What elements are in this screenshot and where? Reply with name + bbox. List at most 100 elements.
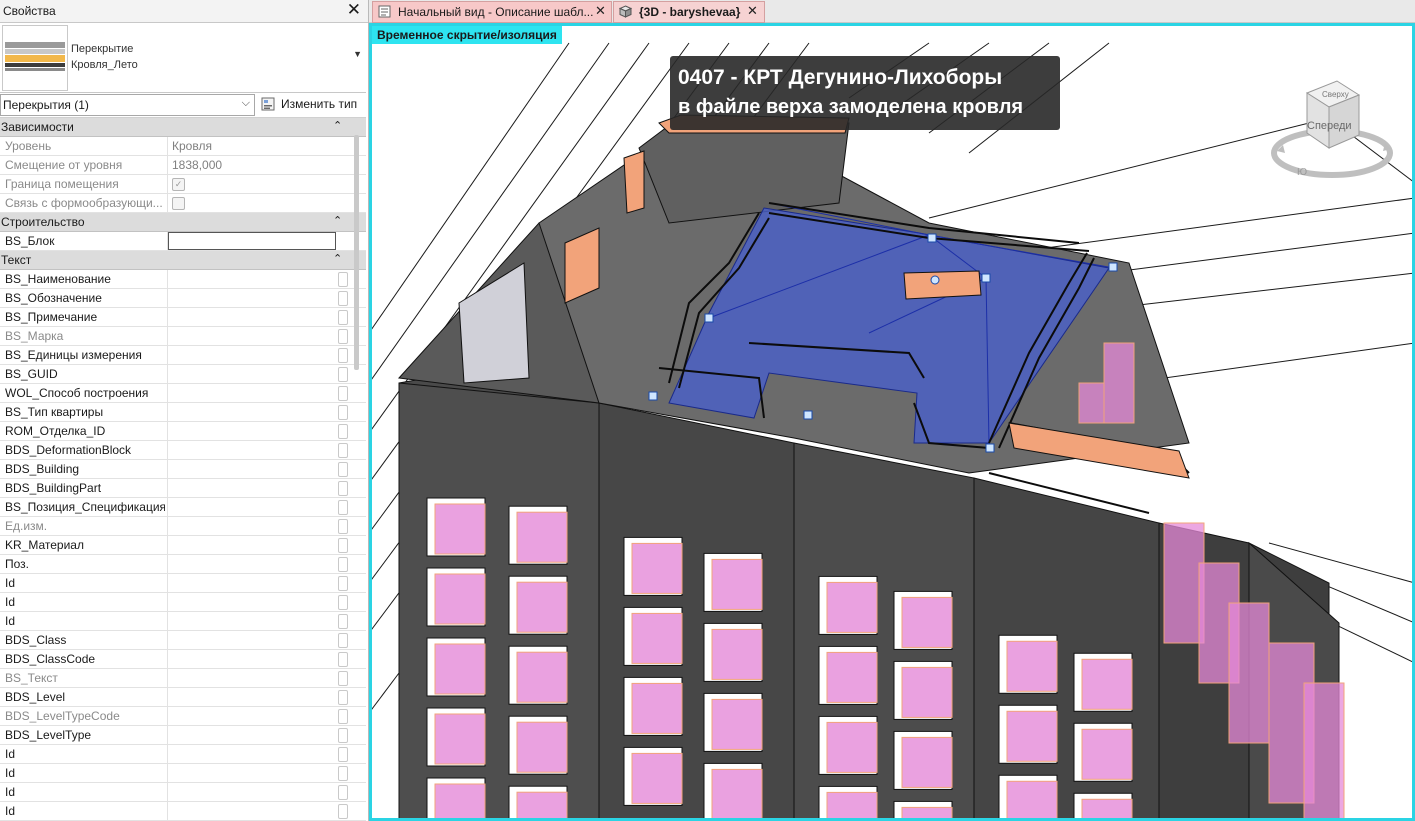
property-value-cell[interactable] <box>167 232 336 250</box>
property-value-cell[interactable] <box>167 707 336 725</box>
property-row[interactable]: BS_Наименование <box>0 270 366 289</box>
property-value-cell[interactable] <box>167 270 336 288</box>
property-value-cell[interactable] <box>167 802 336 820</box>
shared-param-box-icon <box>338 633 348 648</box>
property-value-cell[interactable]: ✓ <box>167 175 336 193</box>
property-value-cell[interactable] <box>167 688 336 706</box>
window-magenta-overlay <box>631 542 683 594</box>
3d-viewport[interactable]: Временное скрытие/изоляция 0407 - КРТ Де… <box>369 23 1415 821</box>
property-row[interactable]: BDS_DeformationBlock <box>0 441 366 460</box>
property-value-cell[interactable] <box>167 308 336 326</box>
property-row[interactable]: BDS_ClassCode <box>0 650 366 669</box>
property-row[interactable]: Ед.изм. <box>0 517 366 536</box>
property-value-cell[interactable] <box>167 726 336 744</box>
property-value-cell[interactable] <box>167 555 336 573</box>
property-value-cell[interactable] <box>167 384 336 402</box>
property-value-cell[interactable] <box>167 593 336 611</box>
property-row[interactable]: Id <box>0 745 366 764</box>
property-value-cell[interactable] <box>167 403 336 421</box>
property-row[interactable]: WOL_Способ построения <box>0 384 366 403</box>
temporary-hide-isolate-label: Временное скрытие/изоляция <box>372 26 562 44</box>
type-dropdown-icon[interactable]: ▼ <box>353 49 362 59</box>
property-value-cell[interactable] <box>167 422 336 440</box>
property-name: Id <box>5 595 16 609</box>
property-row[interactable]: BS_Текст <box>0 669 366 688</box>
property-row[interactable]: Id <box>0 802 366 821</box>
property-value-cell[interactable] <box>167 479 336 497</box>
tab-3d-view[interactable]: {3D - baryshevaa} ✕ <box>613 1 765 23</box>
property-row[interactable]: Id <box>0 612 366 631</box>
property-row[interactable]: BS_Позиция_Спецификация <box>0 498 366 517</box>
close-icon[interactable]: ✕ <box>347 1 361 19</box>
property-row[interactable]: Id <box>0 593 366 612</box>
property-value-cell[interactable] <box>167 745 336 763</box>
property-value-cell[interactable] <box>167 460 336 478</box>
property-value-cell[interactable] <box>167 194 336 212</box>
property-row[interactable]: BS_Блок <box>0 232 366 251</box>
edit-type-button[interactable]: Изменить тип <box>259 94 365 114</box>
tab-starting-view[interactable]: Начальный вид - Описание шабл... ✕ <box>372 1 612 23</box>
property-value-cell[interactable]: Кровля <box>167 137 336 155</box>
property-row[interactable]: Id <box>0 764 366 783</box>
property-value-cell[interactable]: 1838,000 <box>167 156 336 174</box>
properties-scrollbar[interactable] <box>354 135 359 370</box>
viewcube[interactable]: Сверху Спереди Ю <box>1267 73 1397 188</box>
property-row[interactable]: BDS_Level <box>0 688 366 707</box>
type-selector[interactable]: Перекрытие Кровля_Лето ▼ <box>0 23 366 93</box>
collapse-icon[interactable]: ⌃ <box>333 119 342 132</box>
collapse-icon[interactable]: ⌃ <box>333 252 342 265</box>
building-model-3d[interactable] <box>369 23 1415 821</box>
shared-param-box-icon <box>338 519 348 534</box>
property-row[interactable]: Связь с формообразующи... <box>0 194 366 213</box>
property-row[interactable]: BS_Тип квартиры <box>0 403 366 422</box>
property-group-header[interactable]: Текст ⌃ <box>0 251 366 270</box>
property-row[interactable]: Id <box>0 574 366 593</box>
property-row[interactable]: BS_Единицы измерения <box>0 346 366 365</box>
property-value-cell[interactable] <box>167 498 336 516</box>
property-row[interactable]: BS_GUID <box>0 365 366 384</box>
property-value-cell[interactable] <box>167 650 336 668</box>
property-row[interactable]: KR_Материал <box>0 536 366 555</box>
annotation-callout: 0407 - КРТ Дегунино-Лихоборы в файле вер… <box>670 56 1060 130</box>
property-value-cell[interactable] <box>167 783 336 801</box>
property-row[interactable]: BDS_LevelType <box>0 726 366 745</box>
property-value-cell[interactable] <box>167 517 336 535</box>
property-row[interactable]: ROM_Отделка_ID <box>0 422 366 441</box>
property-row[interactable]: Уровень Кровля <box>0 137 366 156</box>
close-tab-icon[interactable]: ✕ <box>747 3 758 19</box>
property-row[interactable]: BS_Примечание <box>0 308 366 327</box>
property-row[interactable]: BS_Обозначение <box>0 289 366 308</box>
property-value-cell[interactable] <box>167 631 336 649</box>
property-row[interactable]: BDS_BuildingPart <box>0 479 366 498</box>
property-value-cell[interactable] <box>167 327 336 345</box>
property-group-header[interactable]: Зависимости ⌃ <box>0 118 366 137</box>
shared-param-box-icon <box>338 272 348 287</box>
property-value-input[interactable] <box>168 232 336 250</box>
property-value-cell[interactable] <box>167 574 336 592</box>
shared-param-box-icon <box>338 462 348 477</box>
property-row[interactable]: Смещение от уровня 1838,000 <box>0 156 366 175</box>
property-value-cell[interactable] <box>167 612 336 630</box>
property-value-cell[interactable] <box>167 346 336 364</box>
property-value-cell[interactable] <box>167 441 336 459</box>
close-tab-icon[interactable]: ✕ <box>595 3 606 19</box>
property-row[interactable]: Граница помещения ✓ <box>0 175 366 194</box>
property-value-cell[interactable] <box>167 365 336 383</box>
property-row[interactable]: Id <box>0 783 366 802</box>
property-name: BS_Марка <box>5 329 64 343</box>
property-row[interactable]: BDS_LevelTypeCode <box>0 707 366 726</box>
property-row[interactable]: BDS_Building <box>0 460 366 479</box>
orange-wall-left <box>623 150 645 214</box>
property-group-header[interactable]: Строительство ⌃ <box>0 213 366 232</box>
property-row[interactable]: BDS_Class <box>0 631 366 650</box>
property-name: BS_Единицы измерения <box>5 348 142 362</box>
property-value-cell[interactable] <box>167 536 336 554</box>
property-value-cell[interactable] <box>167 669 336 687</box>
collapse-icon[interactable]: ⌃ <box>333 214 342 227</box>
property-row[interactable]: BS_Марка <box>0 327 366 346</box>
property-row[interactable]: Поз. <box>0 555 366 574</box>
property-value-cell[interactable] <box>167 289 336 307</box>
instance-filter-dropdown[interactable]: Перекрытия (1) ⌵ <box>0 94 255 116</box>
property-name: Уровень <box>5 139 52 153</box>
property-value-cell[interactable] <box>167 764 336 782</box>
